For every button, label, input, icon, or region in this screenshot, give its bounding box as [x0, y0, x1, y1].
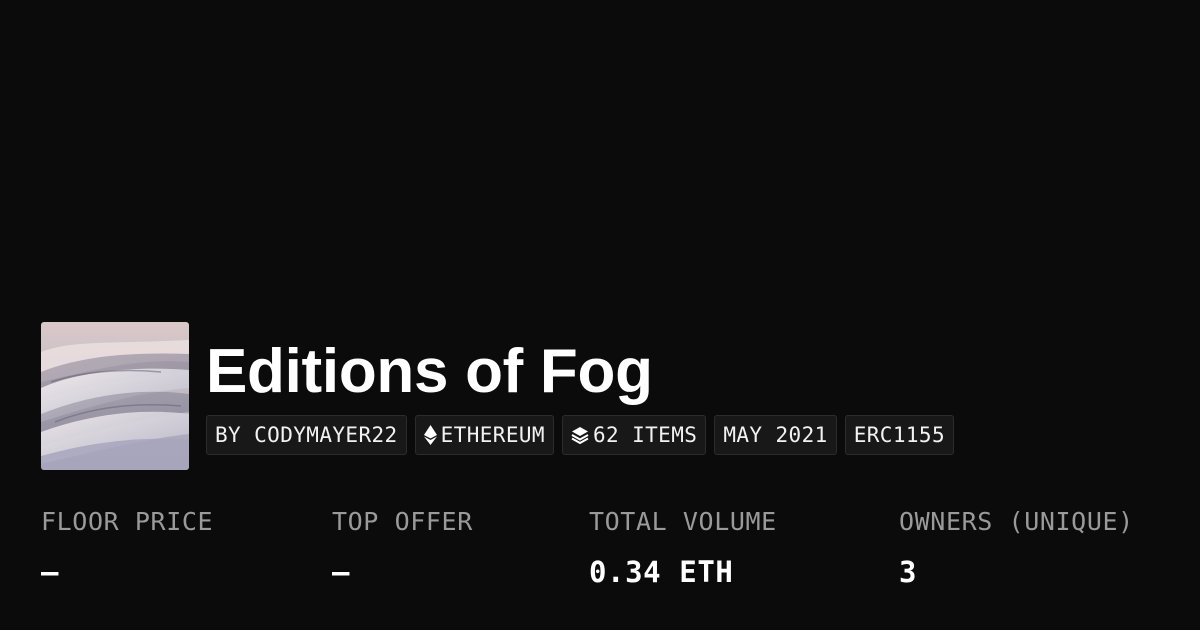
stat-value: —	[332, 555, 351, 589]
collection-meta-chips: BY CODYMAYER22 ETHEREUM 62 ITEMS MAY 202…	[206, 415, 954, 455]
stat-total-volume: TOTAL VOLUME 0.34 ETH	[589, 505, 777, 589]
collection-thumbnail[interactable]	[41, 322, 189, 470]
stat-floor-price: FLOOR PRICE —	[41, 505, 213, 589]
standard-label: ERC1155	[853, 423, 945, 447]
items-label: 62 ITEMS	[592, 423, 698, 447]
chain-chip[interactable]: ETHEREUM	[414, 415, 554, 455]
collection-card: Editions of Fog BY CODYMAYER22 ETHEREUM	[0, 0, 1200, 630]
stat-label: FLOOR PRICE	[41, 507, 214, 536]
standard-chip: ERC1155	[844, 415, 954, 455]
stat-value: —	[41, 555, 60, 589]
stat-label: OWNERS (UNIQUE)	[899, 507, 1134, 536]
items-chip[interactable]: 62 ITEMS	[561, 415, 707, 455]
ethereum-icon	[423, 425, 437, 445]
stat-owners-unique: OWNERS (UNIQUE) 3	[899, 505, 1134, 589]
creator-chip[interactable]: BY CODYMAYER22	[206, 415, 407, 455]
stat-value: 3	[899, 555, 918, 589]
stat-value: 0.34 ETH	[589, 555, 734, 589]
collection-title: Editions of Fog	[206, 337, 653, 406]
date-chip: MAY 2021	[714, 415, 837, 455]
creator-label: BY CODYMAYER22	[215, 423, 398, 447]
stat-top-offer: TOP OFFER —	[332, 505, 473, 589]
layers-icon	[571, 426, 589, 444]
date-label: MAY 2021	[723, 423, 828, 447]
stat-label: TOP OFFER	[332, 507, 473, 536]
fog-landscape-thumbnail	[41, 322, 189, 470]
stat-label: TOTAL VOLUME	[589, 507, 777, 536]
chain-label: ETHEREUM	[440, 423, 545, 447]
